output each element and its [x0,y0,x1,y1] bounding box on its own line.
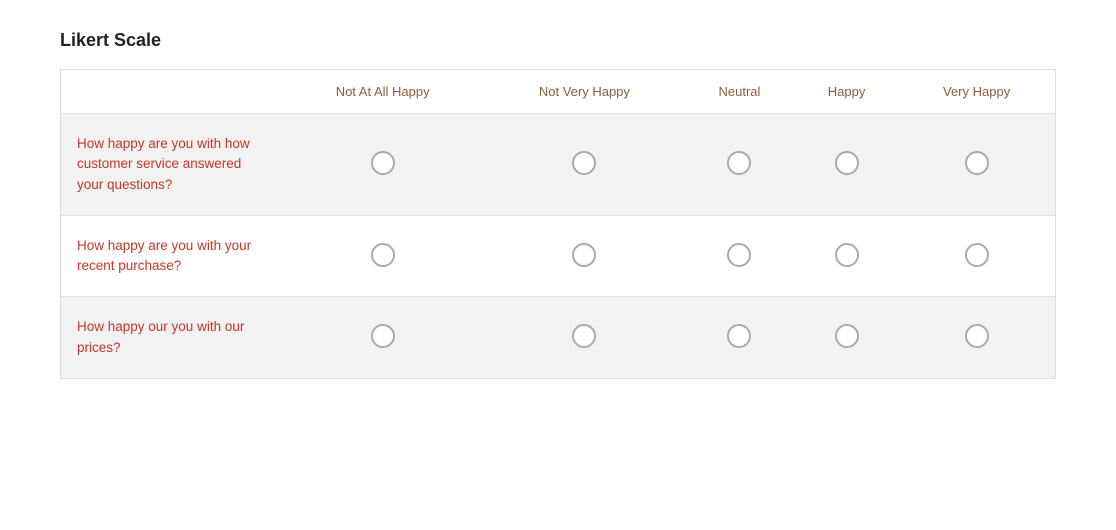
radio-cell-row2-not-at-all-happy [281,297,485,379]
col-happy-header: Happy [795,70,898,114]
question-cell-2: How happy our you with our prices? [61,297,281,379]
radio-cell-row1-very-happy [898,215,1055,297]
col-not-very-happy-header: Not Very Happy [485,70,684,114]
radio-cell-row2-happy [795,297,898,379]
radio-not-at-all-happy-row1[interactable] [371,243,395,267]
col-neutral-header: Neutral [684,70,795,114]
radio-not-at-all-happy-row2[interactable] [371,324,395,348]
radio-cell-row0-very-happy [898,114,1055,216]
radio-not-very-happy-row0[interactable] [572,151,596,175]
radio-cell-row0-neutral [684,114,795,216]
radio-neutral-row2[interactable] [727,324,751,348]
radio-neutral-row0[interactable] [727,151,751,175]
radio-cell-row1-happy [795,215,898,297]
table-row: How happy our you with our prices? [61,297,1056,379]
radio-not-very-happy-row1[interactable] [572,243,596,267]
radio-cell-row0-not-at-all-happy [281,114,485,216]
radio-happy-row1[interactable] [835,243,859,267]
likert-scale-table: Not At All Happy Not Very Happy Neutral … [60,69,1056,379]
table-row: How happy are you with your recent purch… [61,215,1056,297]
radio-cell-row1-not-very-happy [485,215,684,297]
radio-neutral-row1[interactable] [727,243,751,267]
radio-happy-row2[interactable] [835,324,859,348]
radio-cell-row2-neutral [684,297,795,379]
col-not-at-all-happy-header: Not At All Happy [281,70,485,114]
radio-very-happy-row0[interactable] [965,151,989,175]
radio-cell-row0-not-very-happy [485,114,684,216]
radio-cell-row2-very-happy [898,297,1055,379]
table-row: How happy are you with how customer serv… [61,114,1056,216]
radio-not-at-all-happy-row0[interactable] [371,151,395,175]
radio-cell-row1-not-at-all-happy [281,215,485,297]
col-very-happy-header: Very Happy [898,70,1055,114]
radio-cell-row1-neutral [684,215,795,297]
question-cell-0: How happy are you with how customer serv… [61,114,281,216]
radio-cell-row0-happy [795,114,898,216]
radio-not-very-happy-row2[interactable] [572,324,596,348]
table-header-row: Not At All Happy Not Very Happy Neutral … [61,70,1056,114]
radio-very-happy-row2[interactable] [965,324,989,348]
col-question-header [61,70,281,114]
radio-happy-row0[interactable] [835,151,859,175]
radio-cell-row2-not-very-happy [485,297,684,379]
radio-very-happy-row1[interactable] [965,243,989,267]
page-title: Likert Scale [60,30,1056,51]
question-cell-1: How happy are you with your recent purch… [61,215,281,297]
